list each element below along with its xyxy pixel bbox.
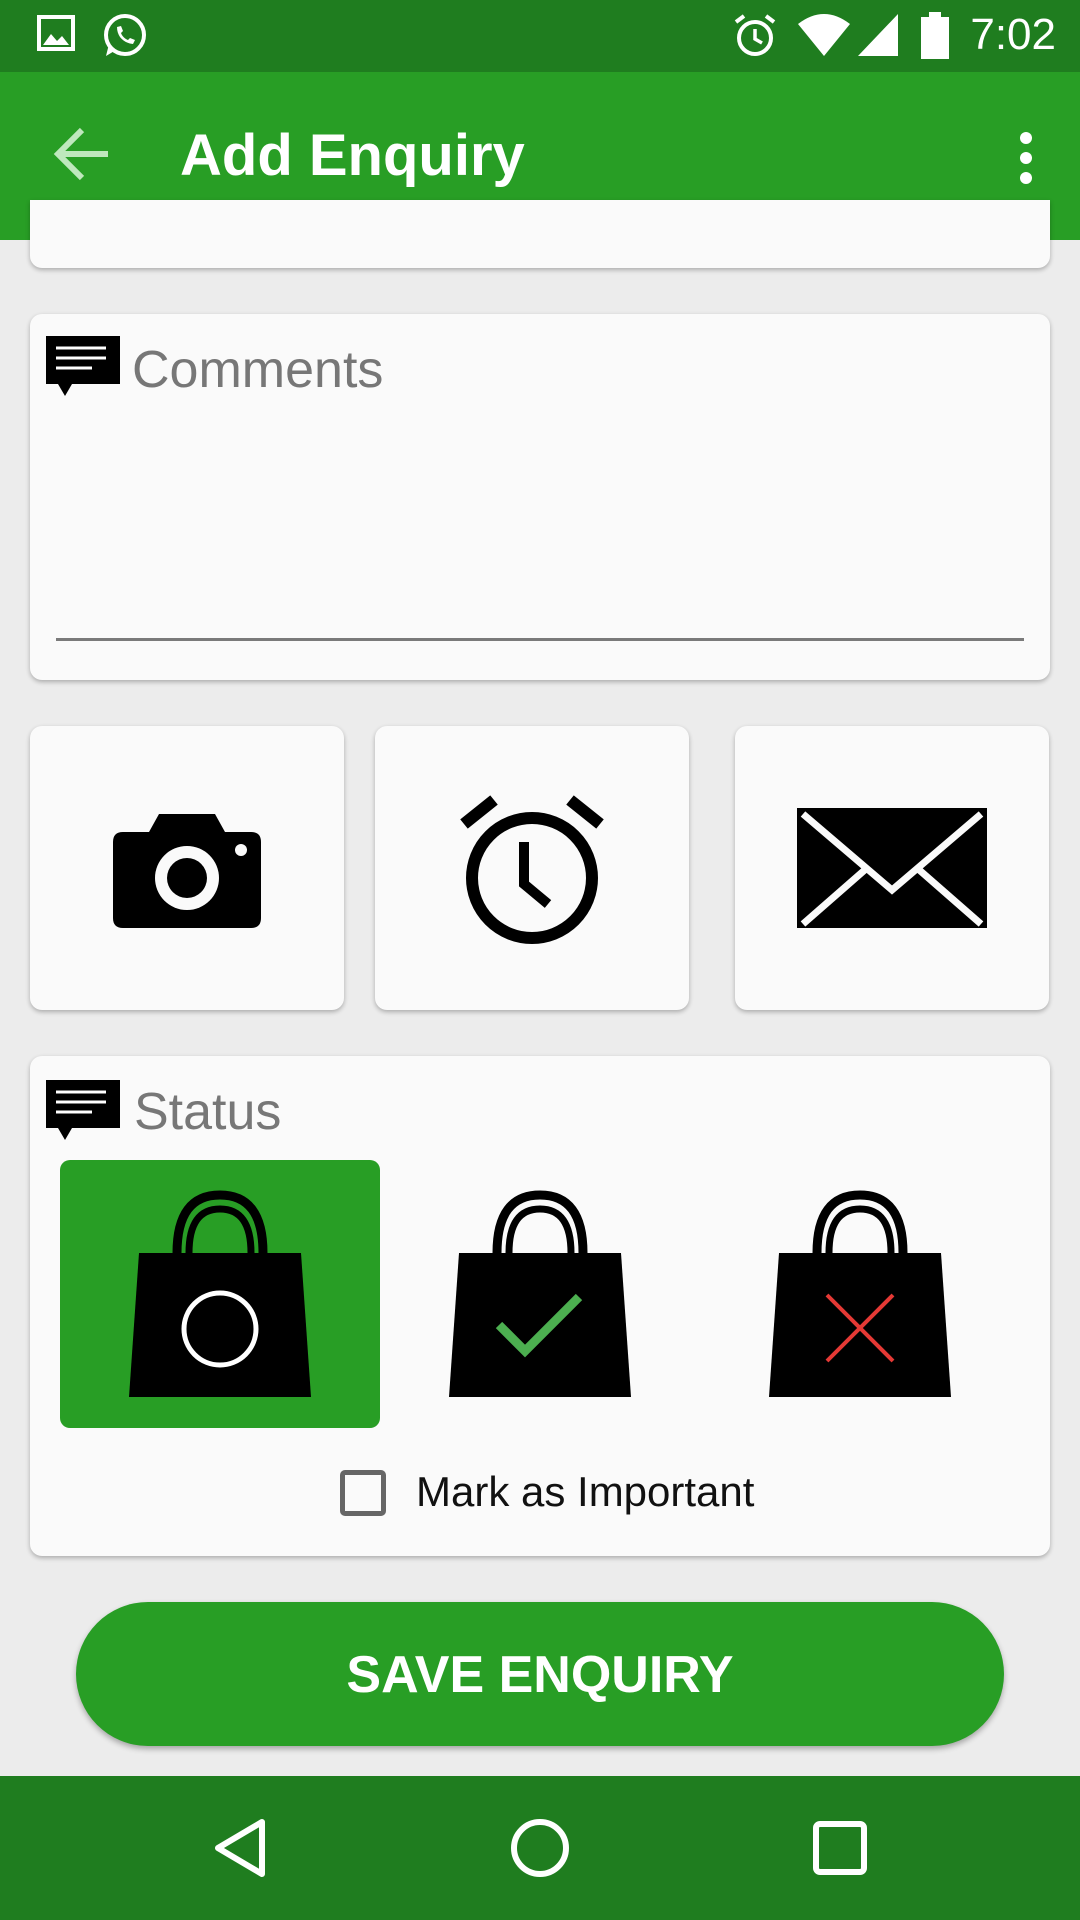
status-label: Status xyxy=(134,1083,282,1141)
nav-back-icon[interactable] xyxy=(210,1816,274,1880)
camera-icon xyxy=(113,814,261,928)
image-icon xyxy=(37,15,75,51)
mark-important-checkbox[interactable] xyxy=(340,1470,386,1516)
mark-important-label: Mark as Important xyxy=(416,1468,755,1515)
envelope-icon xyxy=(797,808,987,928)
page-title: Add Enquiry xyxy=(180,123,525,188)
system-nav-bar xyxy=(0,1776,1080,1920)
comments-card[interactable]: Comments xyxy=(30,314,1050,680)
signal-icon xyxy=(858,14,898,56)
status-option-won[interactable] xyxy=(380,1160,700,1428)
arrow-back-icon[interactable] xyxy=(52,122,116,186)
shopping-bag-cross-icon xyxy=(769,1190,951,1397)
shopping-bag-check-icon xyxy=(449,1190,631,1397)
camera-button[interactable] xyxy=(30,726,344,1010)
comment-icon xyxy=(46,336,120,396)
status-card: Status Mark as Important xyxy=(30,1056,1050,1556)
nav-home-icon[interactable] xyxy=(508,1816,572,1880)
status-option-lost[interactable] xyxy=(700,1160,1020,1428)
status-time: 7:02 xyxy=(970,10,1056,59)
email-button[interactable] xyxy=(735,726,1049,1010)
shopping-bag-open-icon xyxy=(129,1190,311,1397)
save-enquiry-button[interactable]: SAVE ENQUIRY xyxy=(76,1602,1004,1746)
status-option-open[interactable] xyxy=(60,1160,380,1428)
comments-input-underline xyxy=(56,638,1024,641)
previous-field-card xyxy=(30,200,1050,268)
more-vert-icon[interactable] xyxy=(1014,130,1038,186)
battery-icon xyxy=(921,12,949,59)
reminder-button[interactable] xyxy=(375,726,689,1010)
status-bar: 7:02 xyxy=(0,0,1080,72)
nav-recents-icon[interactable] xyxy=(808,1816,872,1880)
wifi-icon xyxy=(798,14,850,56)
alarm-clock-icon xyxy=(460,795,604,944)
comment-icon xyxy=(46,1080,120,1140)
comments-placeholder: Comments xyxy=(132,341,384,399)
whatsapp-icon xyxy=(104,14,146,56)
alarm-icon xyxy=(734,14,776,56)
